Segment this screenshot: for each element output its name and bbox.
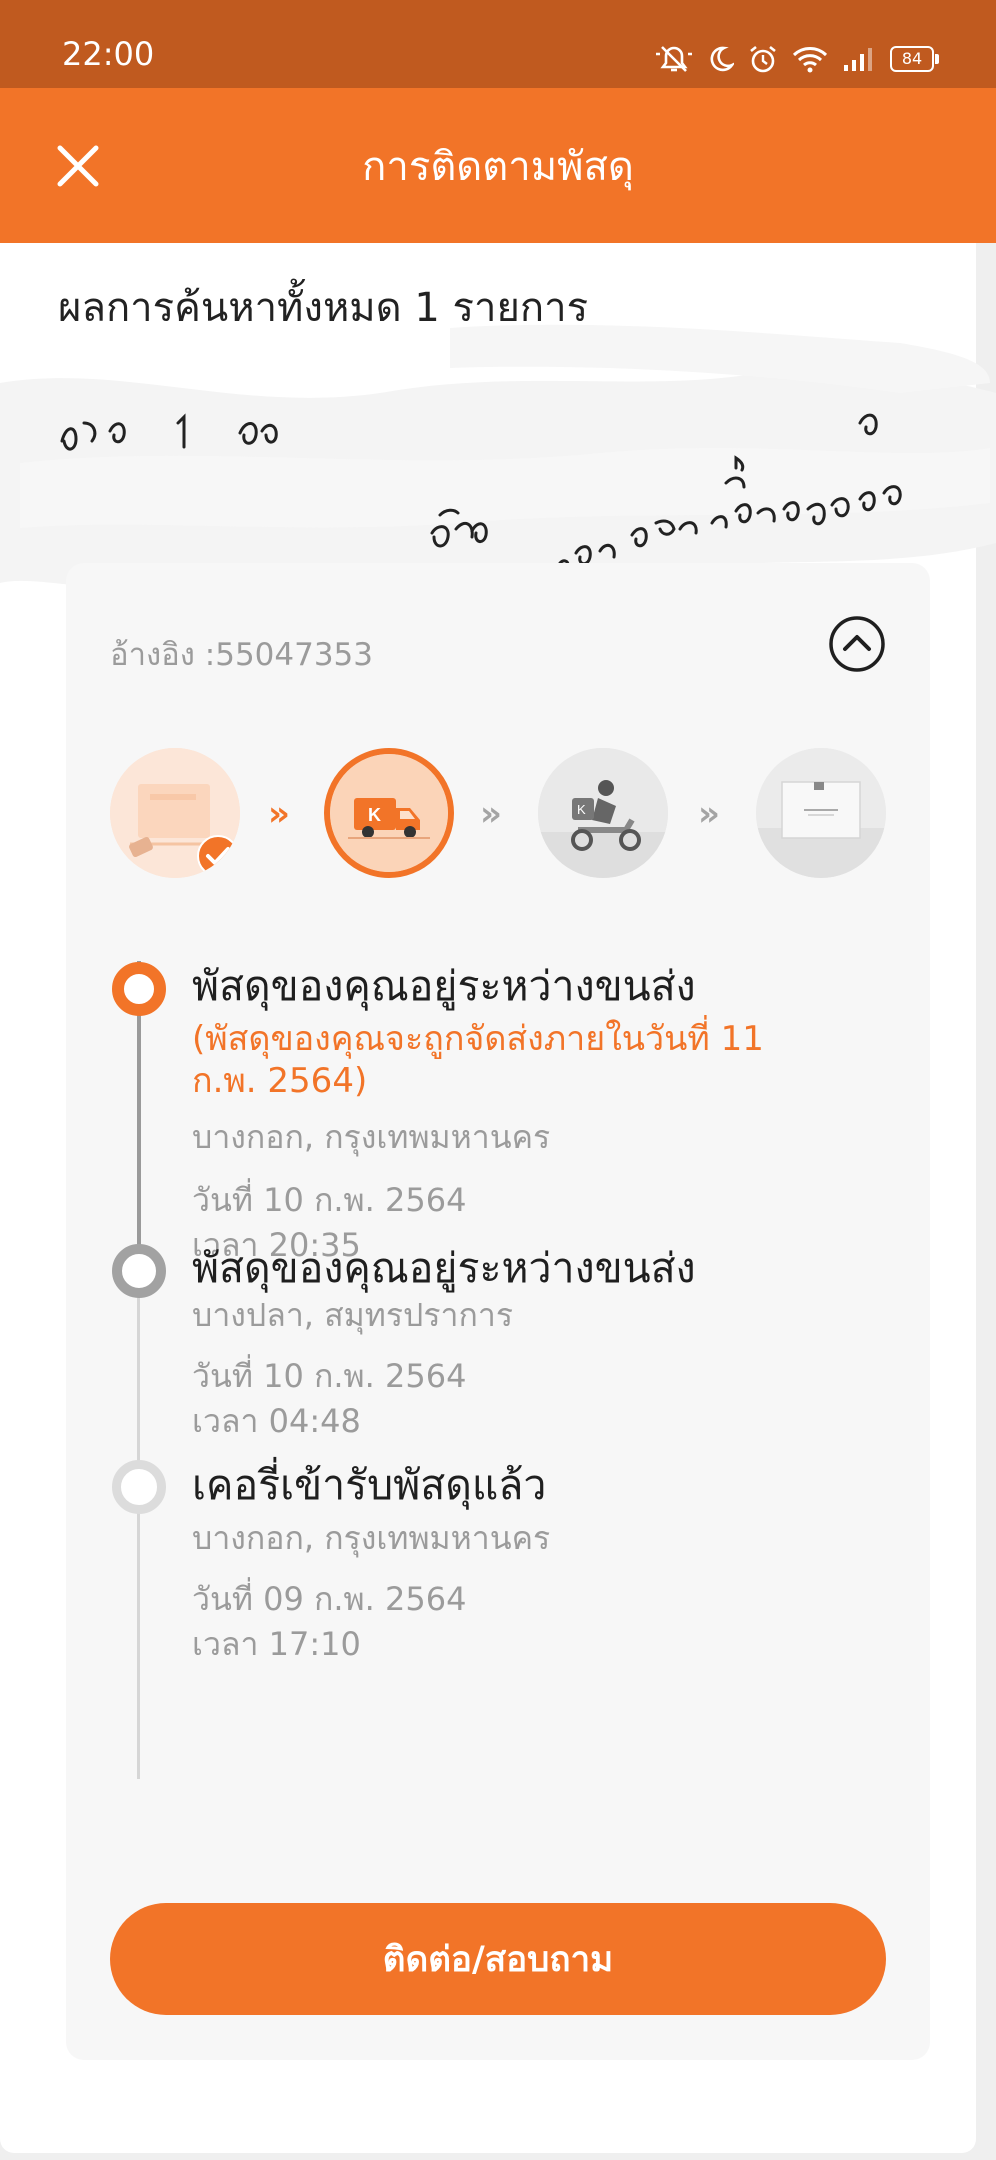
battery-icon: 84	[890, 46, 939, 72]
timeline-line	[137, 1259, 140, 1779]
step-arrow: »	[698, 794, 720, 834]
event-date: วันที่ 10 ก.พ. 2564	[192, 1181, 467, 1219]
signal-icon	[844, 48, 872, 71]
timeline-event: พัสดุของคุณอยู่ระหว่างขนส่ง บางปลา, สมุท…	[192, 1242, 922, 1444]
svg-text:K: K	[577, 802, 586, 817]
event-title: เคอรี่เข้ารับพัสดุแล้ว	[192, 1461, 547, 1509]
event-location: บางกอก, กรุงเทพมหานคร	[192, 1118, 551, 1156]
event-date: วันที่ 09 ก.พ. 2564	[192, 1580, 467, 1618]
moon-icon	[710, 46, 734, 72]
wifi-icon	[792, 47, 828, 73]
chevron-up-icon[interactable]	[828, 615, 886, 673]
event-location: บางปลา, สมุทรปราการ	[192, 1296, 514, 1334]
mute-icon	[656, 46, 692, 72]
scooter-icon: K	[538, 748, 668, 878]
truck-icon: K	[330, 754, 448, 872]
step-arrow: »	[268, 794, 290, 834]
package-icon	[756, 748, 886, 878]
event-date: วันที่ 10 ก.พ. 2564	[192, 1357, 467, 1395]
timeline-event: เคอรี่เข้ารับพัสดุแล้ว บางกอก, กรุงเทพมห…	[192, 1459, 922, 1667]
reference-number: อ้างอิง :55047353	[110, 637, 374, 673]
status-bar: 22:00 84	[0, 0, 996, 88]
page-title: การติดตามพัสดุ	[362, 144, 634, 190]
status-icons: 84	[654, 44, 939, 74]
step-in-transit: K	[324, 748, 454, 878]
step-out-for-delivery: K	[538, 748, 668, 878]
event-time: เวลา 04:48	[192, 1402, 361, 1440]
step-delivered	[756, 748, 886, 878]
contact-button[interactable]: ติดต่อ/สอบถาม	[110, 1903, 886, 2015]
event-title: พัสดุของคุณอยู่ระหว่างขนส่ง	[192, 1244, 696, 1292]
parcel-card: อ้างอิง :55047353 » K » K » พัสดุของคุณอ…	[66, 563, 930, 2060]
step-arrow: »	[480, 794, 502, 834]
timeline-node	[112, 1460, 166, 1514]
app-bar: การติดตามพัสดุ	[0, 88, 996, 243]
alarm-icon	[750, 45, 776, 73]
event-location: บางกอก, กรุงเทพมหานคร	[192, 1519, 551, 1557]
timeline-node-current	[112, 962, 166, 1016]
check-icon	[197, 835, 239, 877]
svg-text:K: K	[368, 805, 381, 825]
delivery-progress: » K » K »	[110, 748, 886, 883]
timeline-event: พัสดุของคุณอยู่ระหว่างขนส่ง (พัสดุของคุณ…	[192, 960, 922, 1268]
event-time: เวลา 17:10	[192, 1625, 361, 1663]
step-picked-up	[110, 748, 240, 878]
results-panel: ผลการค้นหาทั้งหมด 1 รายการ อ้างอิง :5504…	[0, 243, 996, 2153]
timeline-node	[112, 1244, 166, 1298]
event-title: พัสดุของคุณอยู่ระหว่างขนส่ง	[192, 962, 696, 1010]
event-note: (พัสดุของคุณจะถูกจัดส่งภายในวันที่ 11 ก.…	[192, 1019, 764, 1101]
clock: 22:00	[62, 35, 155, 73]
